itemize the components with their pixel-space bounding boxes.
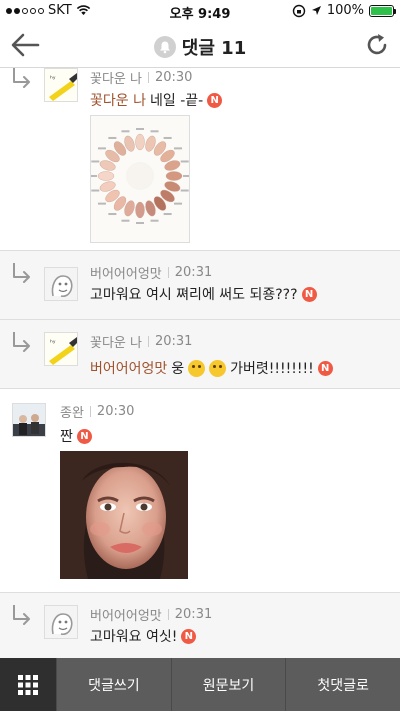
avatar[interactable]	[44, 605, 78, 639]
avatar[interactable]	[44, 267, 78, 301]
comment-body: 고마워요 여싯!	[90, 629, 178, 645]
battery-percent: 100%	[326, 3, 364, 18]
comment-time: 20:30	[154, 70, 193, 85]
comment-text: 고마워요 여싯! N	[90, 626, 197, 646]
bell-icon[interactable]	[153, 36, 176, 58]
comment-author[interactable]: 꽃다운 나	[90, 68, 142, 87]
comment-body: 네일 -끝-	[149, 93, 204, 109]
refresh-icon[interactable]	[362, 30, 392, 60]
swatch-caption-mark	[108, 213, 117, 216]
swatch-caption-mark	[183, 175, 191, 177]
status-right: 100%	[292, 3, 396, 18]
swatch-caption-mark	[163, 213, 172, 216]
nail-color-wheel-image[interactable]	[89, 115, 191, 243]
reply-arrow-icon	[13, 605, 30, 625]
comment-author[interactable]: 버어어어엉맛	[90, 263, 162, 282]
location-icon	[311, 6, 321, 15]
first-comment-button[interactable]: 첫댓글로	[285, 658, 400, 711]
nail-swatch	[97, 171, 115, 181]
comment-meta: 종완 20:30	[60, 402, 134, 421]
status-bar: SKT 오후 9:49 100%	[0, 0, 400, 22]
new-badge: N	[317, 360, 333, 376]
portrait-photo-image[interactable]	[60, 451, 188, 579]
swatch-caption-mark	[91, 160, 100, 163]
comment-list[interactable]: ʰʸ 꽃다운 나 20:30 꽃다운 나 네일 -끝- N 버어어어엉맛 20:…	[0, 68, 400, 658]
comment-author[interactable]: 버어어어엉맛	[90, 605, 162, 624]
comment-text: 짠 N	[60, 426, 92, 446]
comment-body-end: 가버렷!!!!!!!!	[230, 361, 314, 377]
avatar[interactable]: ʰʸ	[44, 332, 78, 366]
comment-time: 20:31	[154, 334, 193, 349]
comment-item: 버어어어엉맛 20:31 고마워요 여싯! N	[0, 593, 400, 658]
nail-swatch	[165, 171, 183, 181]
wheel-center	[126, 162, 154, 190]
new-badge: N	[207, 92, 223, 108]
swatch-caption-mark	[89, 175, 97, 177]
rotation-lock-icon	[292, 4, 306, 17]
reply-arrow-icon	[13, 68, 30, 88]
swatch-caption-mark	[174, 202, 183, 205]
svg-text:ʰʸ: ʰʸ	[50, 339, 56, 347]
page-title: 댓글 11	[0, 34, 400, 60]
view-original-button[interactable]: 원문보기	[170, 658, 286, 711]
write-comment-button[interactable]: 댓글쓰기	[56, 658, 171, 711]
comment-author[interactable]: 꽃다운 나	[90, 332, 142, 351]
title-text: 댓글 11	[181, 38, 247, 59]
nail-swatch	[135, 133, 145, 151]
comment-body-start: 웅	[171, 361, 185, 377]
swatch-caption-mark	[108, 136, 117, 139]
comment-meta: 꽃다운 나 20:30	[90, 68, 192, 87]
bottom-toolbar: 댓글쓰기 원문보기 첫댓글로	[0, 658, 400, 711]
new-badge: N	[76, 428, 92, 444]
avatar[interactable]	[12, 403, 46, 437]
comment-meta: 버어어어엉맛 20:31	[90, 605, 212, 624]
new-badge: N	[301, 286, 317, 302]
reply-arrow-icon	[13, 263, 30, 283]
swatch-caption-mark	[150, 130, 159, 133]
embarrassed-emoji-icon	[188, 359, 206, 377]
comment-time: 20:31	[174, 265, 213, 280]
comment-author[interactable]: 종완	[60, 402, 84, 421]
comment-text: 버어어어엉맛 웅 가버렷!!!!!!!! N	[90, 358, 333, 378]
header: 댓글 11	[0, 22, 400, 68]
comment-text: 꽃다운 나 네일 -끝- N	[90, 90, 223, 110]
swatch-caption-mark	[136, 222, 144, 224]
swatch-caption-mark	[136, 128, 144, 130]
swatch-caption-mark	[97, 202, 106, 205]
comment-item: ʰʸ 꽃다운 나 20:31 버어어어엉맛 웅 가버렷!!!!!!!! N	[0, 320, 400, 389]
swatch-caption-mark	[174, 147, 183, 150]
swatch-caption-mark	[121, 130, 130, 133]
swatch-caption-mark	[163, 136, 172, 139]
comment-body: 짠	[60, 429, 73, 445]
swatch-caption-mark	[97, 147, 106, 150]
mention[interactable]: 버어어어엉맛	[90, 358, 167, 378]
reply-arrow-icon	[13, 332, 30, 352]
new-badge: N	[181, 628, 197, 644]
avatar[interactable]: ʰʸ	[44, 68, 78, 102]
grid-menu-icon[interactable]	[0, 658, 56, 711]
comment-body: 고마워요 여시 쪄리에 써도 되죵???	[90, 287, 298, 303]
swatch-caption-mark	[121, 219, 130, 222]
comment-text: 고마워요 여시 쪄리에 써도 되죵??? N	[90, 284, 317, 304]
embarrassed-emoji-icon	[209, 359, 227, 377]
svg-text:ʰʸ: ʰʸ	[50, 75, 56, 83]
nail-swatch	[135, 201, 145, 219]
comment-time: 20:31	[174, 607, 213, 622]
comment-meta: 꽃다운 나 20:31	[90, 332, 192, 351]
swatch-caption-mark	[180, 189, 189, 192]
swatch-caption-mark	[180, 160, 189, 163]
battery-fill	[371, 6, 392, 15]
swatch-caption-mark	[150, 219, 159, 222]
mention[interactable]: 꽃다운 나	[90, 90, 146, 110]
comment-item: 종완 20:30 짠 N	[0, 389, 400, 593]
comment-item: ʰʸ 꽃다운 나 20:30 꽃다운 나 네일 -끝- N	[0, 68, 400, 251]
swatch-caption-mark	[91, 189, 100, 192]
battery-icon	[369, 4, 396, 17]
comment-time: 20:30	[96, 404, 135, 419]
comment-item: 버어어어엉맛 20:31 고마워요 여시 쪄리에 써도 되죵??? N	[0, 251, 400, 320]
comment-meta: 버어어어엉맛 20:31	[90, 263, 212, 282]
